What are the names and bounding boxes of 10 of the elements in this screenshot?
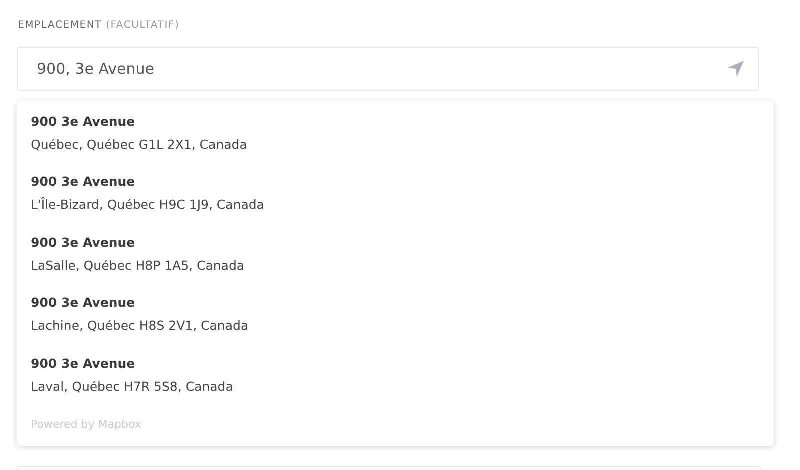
suggestion-item[interactable]: 900 3e Avenue Lachine, Québec H8S 2V1, Canada [31,291,774,352]
field-label: EMPLACEMENT [18,20,102,31]
suggestion-item[interactable]: 900 3e Avenue LaSalle, Québec H8P 1A5, Canada [31,230,774,292]
attribution-text: Powered by Mapbox [31,418,142,431]
location-field[interactable]: 900, 3e Avenue [17,47,759,91]
optional-note: (FACULTATIF) [106,20,180,31]
suggestion-item[interactable]: 900 3e Avenue Laval, Québec H7R 5S8, Canada [31,352,774,412]
suggestion-item[interactable]: 900 3e Avenue L'Île-Bizard, Québec H9C 1J9, Canada [31,170,774,231]
location-arrow-icon[interactable] [727,60,745,78]
suggestion-item[interactable]: 900 3e Avenue Québec, Québec G1L 2X1, Canada [31,110,774,170]
